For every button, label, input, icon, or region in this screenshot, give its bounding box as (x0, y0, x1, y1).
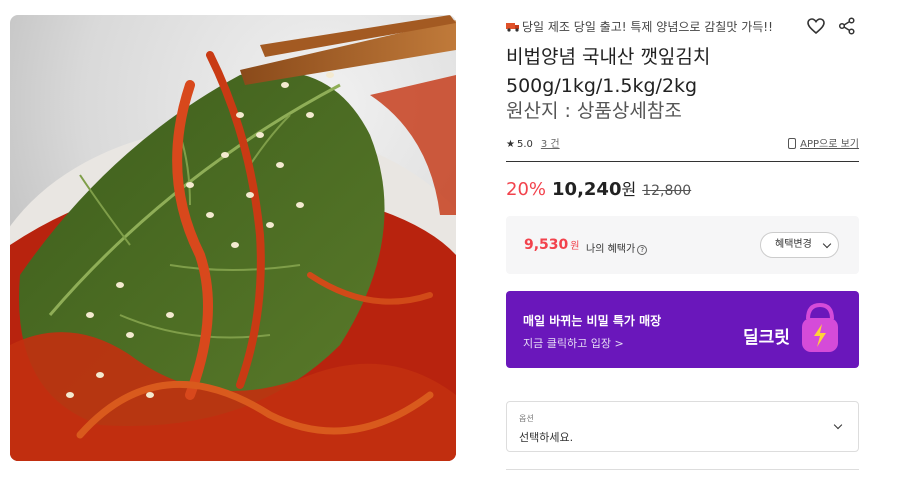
truck-icon (506, 23, 519, 32)
benefit-label-wrap: 나의 혜택가? (586, 240, 648, 255)
heart-icon[interactable] (806, 16, 826, 36)
share-icon[interactable] (837, 16, 857, 36)
promo-row: 당일 제조 당일 출고! 특제 양념으로 감칠맛 가득!! (506, 16, 859, 36)
kimchi-photo (10, 15, 456, 461)
product-image[interactable] (10, 15, 456, 461)
benefit-price: 9,530 (524, 237, 569, 253)
option-select[interactable]: 옵션 선택하세요. (506, 401, 859, 452)
option-label: 옵션 (519, 414, 534, 423)
star-icon: ★ (506, 139, 515, 150)
app-view-link[interactable]: APP으로 보기 (788, 135, 859, 150)
review-count-link[interactable]: 3 건 (541, 139, 560, 150)
discount-rate: 20% (506, 179, 547, 200)
benefit-price-unit: 원 (570, 241, 580, 252)
sale-price: 10,240 (552, 179, 622, 200)
divider (506, 469, 859, 470)
deal-banner[interactable]: 매일 바뀌는 비밀 특가 매장 지금 클릭하고 입장 > 딜크릿 (506, 291, 859, 368)
product-title-line1: 비법양념 국내산 깻잎김치 (506, 46, 711, 68)
promo-text-container: 당일 제조 당일 출고! 특제 양념으로 감칠맛 가득!! (506, 18, 773, 35)
change-benefit-button[interactable]: 혜택변경 (760, 232, 839, 258)
banner-headline: 매일 바뀌는 비밀 특가 매장 (523, 314, 662, 328)
change-benefit-label: 혜택변경 (775, 239, 812, 250)
original-price: 12,800 (642, 183, 692, 199)
rating-row: ★ 5.0 3 건 APP으로 보기 (506, 135, 859, 153)
dealcret-logo: 딜크릿 (738, 301, 843, 359)
rating-score: 5.0 (516, 139, 533, 150)
product-title-line2: 500g/1kg/1.5kg/2kg (506, 75, 698, 97)
app-view-label: APP으로 보기 (800, 139, 859, 150)
divider (506, 161, 859, 162)
benefit-box: 9,530 원 나의 혜택가? 혜택변경 (506, 216, 859, 274)
benefit-label: 나의 혜택가 (586, 244, 636, 255)
product-origin: 원산지 : 상품상세참조 (506, 100, 682, 122)
benefit-price-wrap: 9,530 원 (524, 237, 580, 253)
sale-price-unit: 원 (621, 180, 637, 199)
chevron-down-icon (833, 420, 843, 430)
promo-text: 당일 제조 당일 출고! 특제 양념으로 감칠맛 가득!! (522, 20, 773, 34)
banner-subtext: 지금 클릭하고 입장 > (523, 337, 624, 350)
product-title: 비법양념 국내산 깻잎김치 500g/1kg/1.5kg/2kg (506, 43, 859, 101)
chevron-down-icon (822, 239, 832, 249)
logo-text: 딜크릿 (743, 328, 790, 348)
option-value: 선택하세요. (519, 431, 574, 444)
help-icon[interactable]: ? (637, 245, 648, 255)
product-info: 당일 제조 당일 출고! 특제 양념으로 감칠맛 가득!! 비법양념 국내산 깻… (506, 0, 859, 483)
phone-icon (788, 138, 797, 149)
price-row: 20% 10,240원 12,800 (506, 176, 859, 204)
